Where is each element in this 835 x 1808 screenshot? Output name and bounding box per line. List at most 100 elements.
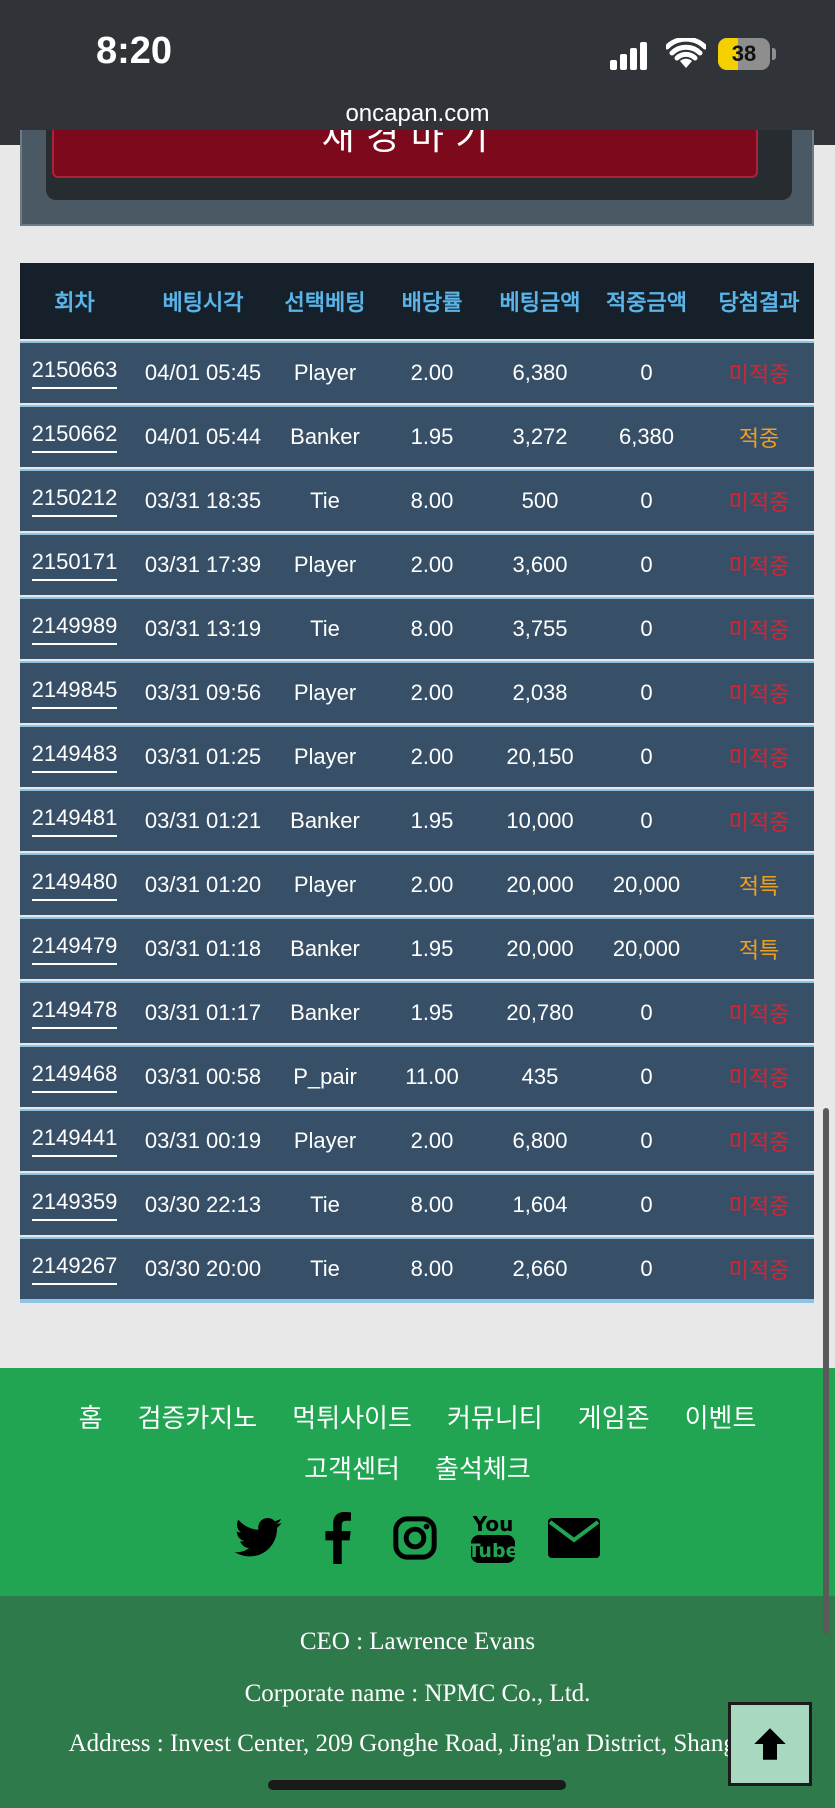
table-row: 2150662 04/01 05:44 Banker 1.95 3,272 6,380 적중 bbox=[20, 405, 814, 467]
top-action-button[interactable]: 새 경 마 기 bbox=[52, 130, 758, 178]
cell-win-amount: 20,000 bbox=[612, 936, 681, 961]
round-link[interactable]: 2149468 bbox=[31, 1061, 118, 1093]
cell-bet-amount: 6,380 bbox=[512, 360, 568, 385]
cell-bet-time: 03/31 01:21 bbox=[144, 808, 262, 833]
cell-odds: 11.00 bbox=[405, 1064, 459, 1089]
round-link[interactable]: 2149480 bbox=[31, 869, 118, 901]
footer-link-scam-sites[interactable]: 먹튀사이트 bbox=[292, 1404, 412, 1434]
table-row: 2149468 03/31 00:58 P_pair 11.00 435 0 미적중 bbox=[20, 1045, 814, 1107]
corporate-name-text: Corporate name : NPMC Co., Ltd. bbox=[244, 1680, 591, 1707]
cell-odds: 8.00 bbox=[410, 1192, 454, 1217]
cell-round: 2150212 bbox=[20, 485, 129, 517]
cell-pick: Banker bbox=[290, 808, 360, 833]
table-row: 2149845 03/31 09:56 Player 2.00 2,038 0 미적중 bbox=[20, 661, 814, 723]
cell-result: 미적중 bbox=[728, 1130, 790, 1155]
cell-pick: Player bbox=[293, 744, 357, 769]
cell-bet-amount: 3,600 bbox=[512, 552, 568, 577]
social-links: You Tube bbox=[0, 1508, 835, 1568]
cell-result: 미적중 bbox=[728, 682, 790, 707]
round-link[interactable]: 2149989 bbox=[31, 613, 118, 645]
cell-bet-time: 03/31 01:25 bbox=[144, 744, 262, 769]
round-link[interactable]: 2149479 bbox=[31, 933, 118, 965]
round-link[interactable]: 2150662 bbox=[31, 421, 118, 453]
wifi-icon bbox=[666, 38, 706, 68]
cell-pick: Banker bbox=[290, 936, 360, 961]
twitter-icon[interactable] bbox=[234, 1512, 283, 1564]
arrow-up-icon bbox=[754, 1728, 786, 1760]
footer-link-attendance[interactable]: 출석체크 bbox=[435, 1455, 531, 1485]
cell-odds: 2.00 bbox=[410, 872, 454, 897]
header-win-amount: 적중금액 bbox=[606, 291, 687, 316]
cell-odds: 2.00 bbox=[410, 1128, 454, 1153]
cell-bet-amount: 20,780 bbox=[506, 1000, 574, 1025]
cell-odds: 1.95 bbox=[410, 808, 454, 833]
battery-level: 38 bbox=[731, 41, 757, 66]
cell-win-amount: 0 bbox=[640, 616, 653, 641]
cell-bet-time: 03/31 17:39 bbox=[144, 552, 262, 577]
facebook-icon[interactable] bbox=[313, 1512, 361, 1564]
instagram-icon[interactable] bbox=[391, 1512, 439, 1564]
status-time: 8:20 bbox=[96, 30, 173, 72]
cell-round: 2149478 bbox=[20, 997, 129, 1029]
round-link[interactable]: 2149483 bbox=[31, 741, 118, 773]
footer-link-home[interactable]: 홈 bbox=[79, 1404, 103, 1434]
table-row: 2149267 03/30 20:00 Tie 8.00 2,660 0 미적중 bbox=[20, 1237, 814, 1299]
cell-result: 미적중 bbox=[728, 1066, 790, 1091]
cell-result: 미적중 bbox=[728, 490, 790, 515]
cell-round: 2149267 bbox=[20, 1253, 129, 1285]
cell-pick: Banker bbox=[290, 424, 360, 449]
cell-result: 미적중 bbox=[728, 362, 790, 387]
round-link[interactable]: 2149359 bbox=[31, 1189, 118, 1221]
footer-links: 홈 검증카지노 먹튀사이트 커뮤니티 게임존 이벤트 고객센터 출석체크 bbox=[0, 1398, 835, 1500]
cell-bet-amount: 3,755 bbox=[512, 616, 568, 641]
scrollbar[interactable] bbox=[823, 1108, 829, 1634]
round-link[interactable]: 2150663 bbox=[31, 357, 118, 389]
cell-odds: 8.00 bbox=[410, 488, 454, 513]
footer-links-line-2: 고객센터 출석체크 bbox=[0, 1449, 835, 1486]
footer-link-community[interactable]: 커뮤니티 bbox=[447, 1404, 543, 1434]
footer-link-events[interactable]: 이벤트 bbox=[685, 1404, 757, 1434]
cell-pick: Tie bbox=[310, 1192, 340, 1217]
cell-bet-time: 03/31 01:18 bbox=[144, 936, 262, 961]
cell-round: 2150171 bbox=[20, 549, 129, 581]
cell-bet-amount: 10,000 bbox=[506, 808, 574, 833]
scroll-to-top-button[interactable] bbox=[728, 1702, 812, 1786]
svg-text:Tube: Tube bbox=[471, 1540, 515, 1562]
cell-bet-amount: 20,000 bbox=[506, 872, 574, 897]
table-row: 2149359 03/30 22:13 Tie 8.00 1,604 0 미적중 bbox=[20, 1173, 814, 1235]
round-link[interactable]: 2150212 bbox=[31, 485, 118, 517]
address-bar-url[interactable]: oncapan.com bbox=[0, 100, 835, 128]
cell-round: 2149481 bbox=[20, 805, 129, 837]
cell-round: 2149441 bbox=[20, 1125, 129, 1157]
round-link[interactable]: 2150171 bbox=[31, 549, 118, 581]
cell-odds: 1.95 bbox=[410, 936, 454, 961]
cell-bet-time: 03/30 20:00 bbox=[144, 1256, 262, 1281]
header-round: 회차 bbox=[54, 291, 95, 316]
cell-round: 2150662 bbox=[20, 421, 129, 453]
table-row: 2149989 03/31 13:19 Tie 8.00 3,755 0 미적중 bbox=[20, 597, 814, 659]
cell-bet-amount: 2,660 bbox=[512, 1256, 568, 1281]
round-link[interactable]: 2149845 bbox=[31, 677, 118, 709]
mail-icon[interactable] bbox=[547, 1512, 601, 1564]
cell-pick: Player bbox=[293, 1128, 357, 1153]
header-result: 당첨결과 bbox=[718, 291, 800, 316]
cell-win-amount: 0 bbox=[640, 1128, 653, 1153]
footer-link-verified-casino[interactable]: 검증카지노 bbox=[138, 1404, 258, 1434]
cell-bet-time: 03/31 01:20 bbox=[144, 872, 262, 897]
round-link[interactable]: 2149441 bbox=[31, 1125, 118, 1157]
youtube-icon[interactable]: You Tube bbox=[469, 1512, 517, 1564]
footer-link-customer-center[interactable]: 고객센터 bbox=[304, 1455, 400, 1485]
footer-link-game-zone[interactable]: 게임존 bbox=[578, 1404, 650, 1434]
round-link[interactable]: 2149267 bbox=[31, 1253, 118, 1285]
cell-bet-time: 04/01 05:45 bbox=[144, 360, 262, 385]
cell-odds: 8.00 bbox=[410, 616, 454, 641]
home-indicator[interactable] bbox=[268, 1780, 566, 1790]
round-link[interactable]: 2149478 bbox=[31, 997, 118, 1029]
cell-win-amount: 0 bbox=[640, 680, 653, 705]
table-row: 2149480 03/31 01:20 Player 2.00 20,000 20,000… bbox=[20, 853, 814, 915]
cell-pick: Player bbox=[293, 680, 357, 705]
cell-odds: 2.00 bbox=[410, 552, 454, 577]
cell-odds: 2.00 bbox=[410, 744, 454, 769]
cell-win-amount: 0 bbox=[640, 1064, 653, 1089]
round-link[interactable]: 2149481 bbox=[31, 805, 118, 837]
